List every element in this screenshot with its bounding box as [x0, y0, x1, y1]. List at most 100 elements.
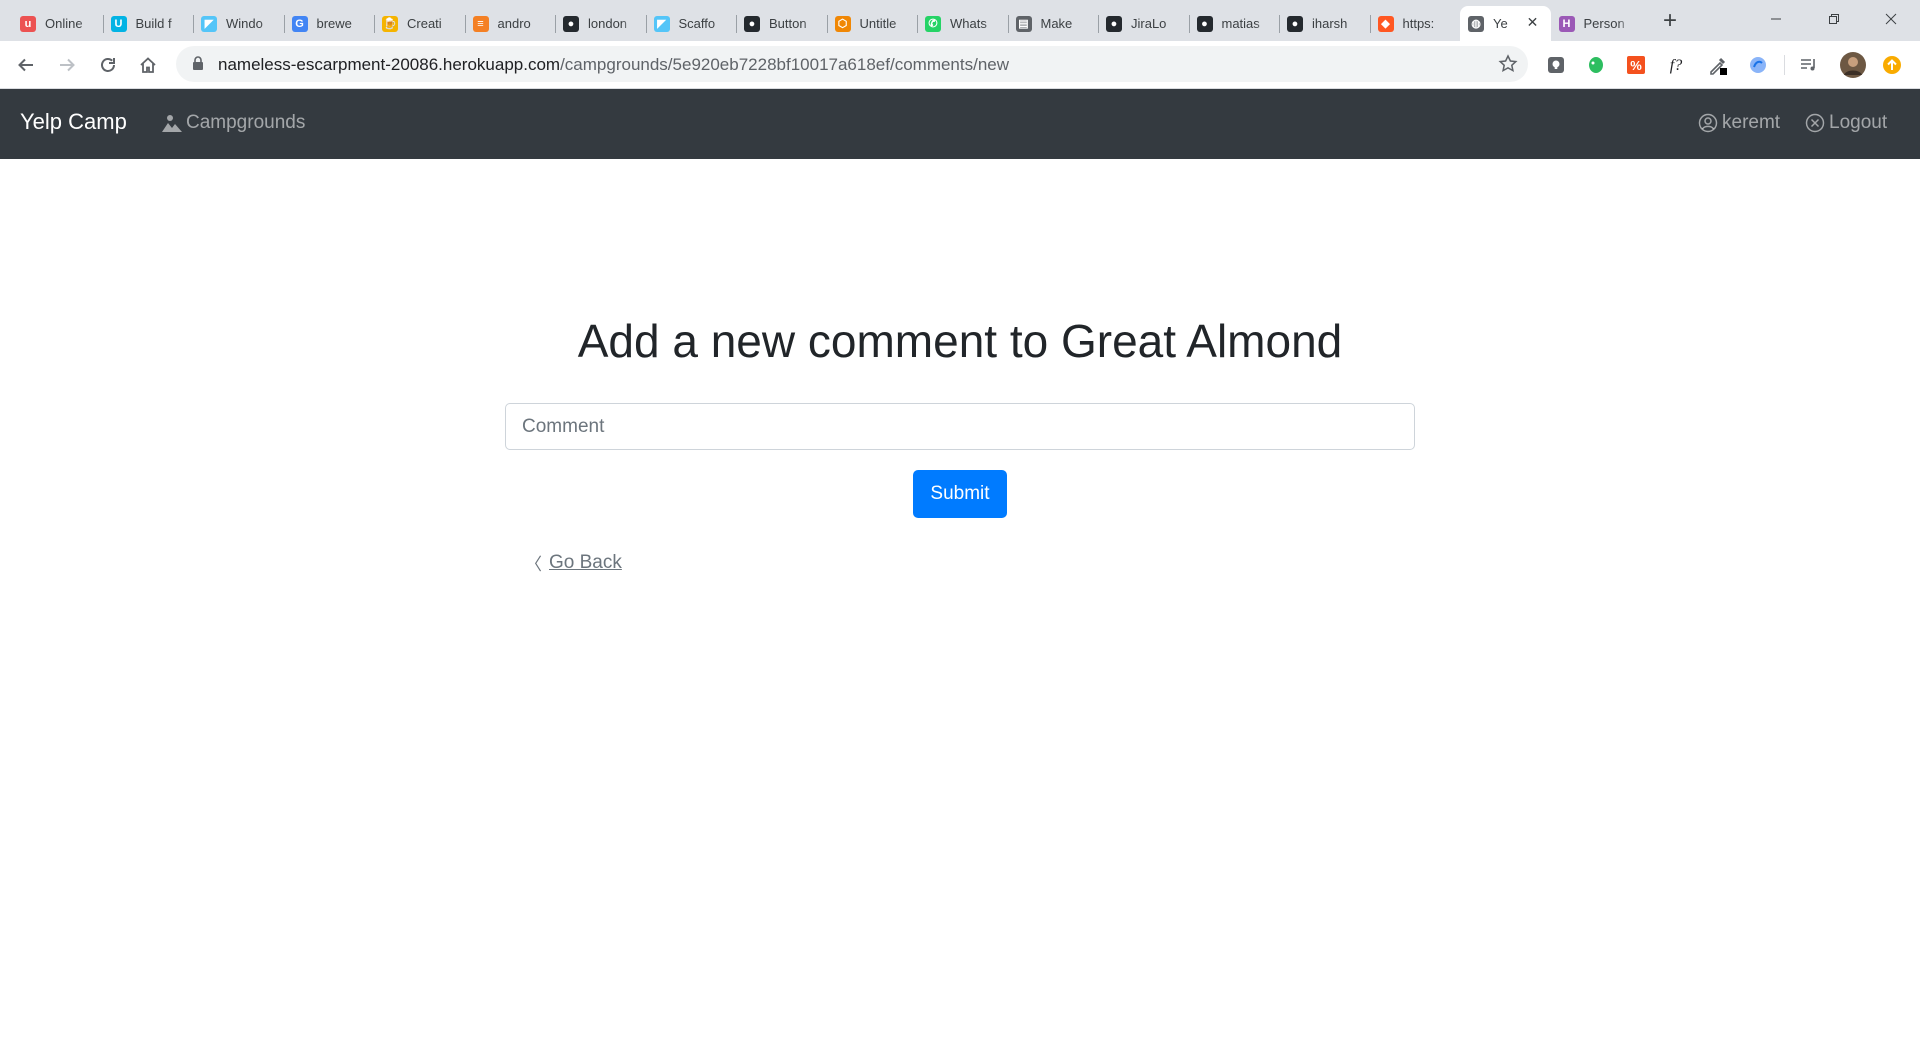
user-circle-icon	[1698, 113, 1718, 133]
tab-title: https:	[1402, 16, 1435, 31]
site-navbar: Yelp Camp Campgrounds keremt Logout	[0, 89, 1920, 159]
tab-title: Person	[1583, 16, 1625, 31]
extension-percent[interactable]: %	[1624, 53, 1648, 77]
lock-icon	[193, 56, 203, 70]
browser-tab[interactable]: ◤ Windo	[193, 6, 284, 41]
comment-input[interactable]	[505, 403, 1415, 450]
github-icon: ●	[1287, 15, 1303, 32]
reload-button[interactable]	[92, 49, 124, 81]
document-icon: ▤	[1015, 15, 1032, 32]
nav-logout-link[interactable]: Logout	[1805, 112, 1887, 134]
tab-title: Online	[45, 16, 83, 31]
tab-title: Untitle	[859, 16, 897, 31]
browser-tab[interactable]: 🍺 Creati	[374, 6, 465, 41]
back-button[interactable]	[10, 49, 42, 81]
browser-tab[interactable]: ◤ Scaffo	[645, 6, 737, 41]
codelab-icon: ◆	[1377, 15, 1394, 32]
tab-title: london	[588, 16, 628, 31]
forward-button[interactable]	[51, 49, 83, 81]
browser-tab[interactable]: ● JiraLo	[1098, 6, 1189, 41]
browser-tab[interactable]: U Build f	[102, 6, 194, 41]
close-circle-icon	[1805, 113, 1825, 133]
extension-eyedropper[interactable]	[1706, 53, 1730, 77]
extension-blue[interactable]	[1746, 53, 1770, 77]
tab-title: Scaffo	[678, 16, 716, 31]
browser-tab[interactable]: ≡ andro	[464, 6, 556, 41]
github-icon: ●	[1106, 15, 1122, 32]
minimize-icon	[1771, 18, 1781, 20]
hashnode-icon: H	[1558, 15, 1575, 32]
tab-title: Windo	[226, 16, 263, 31]
nav-user-label: keremt	[1722, 112, 1781, 133]
browser-tab[interactable]: ⬡ Untitle	[826, 6, 918, 41]
tab-title: andro	[497, 16, 531, 31]
nav-campgrounds-label: Campgrounds	[186, 112, 306, 133]
url-host: nameless-escarpment-20086.herokuapp.com	[218, 55, 561, 74]
browser-tab[interactable]: ✆ Whats	[917, 6, 1008, 41]
udacity-icon: U	[110, 15, 127, 32]
arrow-left-icon	[18, 58, 33, 72]
reload-icon	[101, 58, 115, 72]
toolbar-divider	[1784, 55, 1785, 75]
minimize-button[interactable]	[1753, 0, 1799, 38]
page-title: Add a new comment to Great Almond	[577, 315, 1343, 367]
extension-fonts[interactable]: f?	[1664, 53, 1688, 77]
browser-tab-strip: u Online U Build f ◤ Windo Gbrewe 🍺 Creati ≡ andro…	[0, 0, 1920, 41]
restore-button[interactable]	[1811, 0, 1857, 38]
browser-tab[interactable]: ● matias	[1188, 6, 1280, 41]
browser-tab[interactable]: ◍ Ye ✕	[1460, 6, 1551, 41]
close-icon	[1885, 13, 1897, 25]
beer-icon: 🍺	[382, 15, 398, 32]
new-tab-button[interactable]: +	[1656, 8, 1684, 36]
media-control-button[interactable]	[1797, 53, 1821, 77]
browser-tab[interactable]: u Online	[12, 6, 103, 41]
browser-tab[interactable]: ● london	[555, 6, 646, 41]
go-back-link[interactable]: 〈 Go Back	[525, 550, 622, 575]
tab-title: JiraLo	[1131, 16, 1167, 31]
browser-tab[interactable]: Gbrewe	[283, 6, 375, 41]
svg-text:f?: f?	[1670, 57, 1682, 74]
nav-campgrounds-link[interactable]: Campgrounds	[162, 112, 305, 134]
browser-tab[interactable]: ◆ https:	[1369, 6, 1461, 41]
submit-button[interactable]: Submit	[913, 470, 1007, 518]
google-icon: G	[291, 15, 308, 32]
browser-tab[interactable]: ● Button	[736, 6, 827, 41]
globe-icon: ◍	[1468, 15, 1484, 32]
tab-title: iharsh	[1312, 16, 1348, 31]
extension-shield[interactable]	[1544, 53, 1568, 77]
tab-title: Build f	[135, 16, 172, 31]
tab-title: Button	[769, 16, 807, 31]
bookmark-star-icon[interactable]	[1498, 54, 1518, 74]
update-button[interactable]	[1880, 53, 1904, 77]
update-arrow-icon	[1883, 56, 1901, 74]
playlist-icon	[1801, 59, 1815, 71]
browser-tab[interactable]: H Person	[1551, 6, 1642, 41]
blue-swirl-icon	[1750, 57, 1766, 73]
flutter-icon: ◤	[653, 15, 670, 32]
profile-avatar-button[interactable]	[1839, 51, 1867, 79]
url-path: /campgrounds/5e920eb7228bf10017a618ef/co…	[560, 55, 1010, 74]
flutter-icon: ◤	[201, 15, 217, 32]
percent-icon: %	[1627, 56, 1645, 74]
stackoverflow-icon: ≡	[472, 15, 489, 32]
home-button[interactable]	[132, 49, 164, 81]
browser-tab[interactable]: ▤ Make	[1007, 6, 1099, 41]
eyedropper-icon	[1710, 57, 1727, 75]
github-icon: ●	[744, 15, 760, 32]
nav-user-link[interactable]: keremt	[1698, 112, 1780, 134]
browser-tab[interactable]: ● iharsh	[1279, 6, 1370, 41]
browser-toolbar: nameless-escarpment-20086.herokuapp.com/…	[0, 41, 1920, 89]
tab-title: matias	[1221, 16, 1260, 31]
svg-text:%: %	[1630, 58, 1642, 73]
extension-evernote[interactable]	[1584, 53, 1608, 77]
home-icon	[140, 57, 156, 73]
address-bar[interactable]: nameless-escarpment-20086.herokuapp.com/…	[176, 46, 1528, 82]
tab-title: Ye	[1493, 16, 1508, 31]
github-icon: ●	[563, 15, 579, 32]
whatsapp-icon: ✆	[925, 15, 941, 32]
navbar-brand[interactable]: Yelp Camp	[20, 109, 127, 135]
landscape-icon	[162, 115, 182, 132]
drawio-icon: ⬡	[834, 15, 851, 32]
tab-close-icon[interactable]: ✕	[1525, 15, 1541, 31]
close-window-button[interactable]	[1868, 0, 1914, 38]
